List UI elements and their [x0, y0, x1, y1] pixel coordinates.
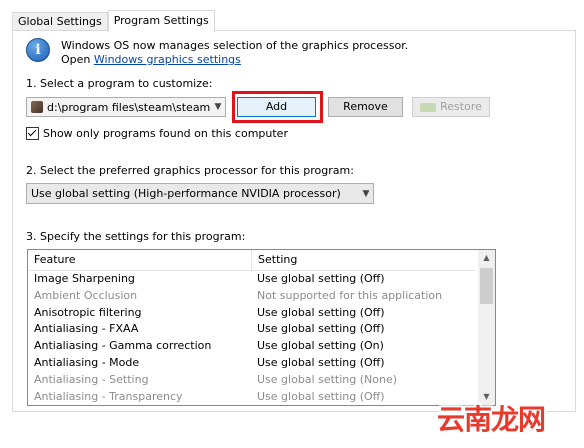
remove-button[interactable]: Remove: [328, 97, 403, 117]
column-header-feature[interactable]: Feature: [28, 250, 252, 270]
highlight-box: [232, 91, 323, 123]
scrollbar-thumb[interactable]: [480, 268, 493, 304]
feature-cell: Antialiasing - Transparency: [34, 389, 183, 403]
table-row[interactable]: Antialiasing - Gamma correction Use globa…: [28, 338, 476, 355]
feature-cell: Antialiasing - Mode: [34, 355, 140, 369]
section1-label: 1. Select a program to customize:: [26, 77, 213, 90]
table-row[interactable]: Antialiasing - Setting Use global setting…: [28, 372, 476, 389]
chevron-down-icon: ▼: [214, 102, 222, 112]
setting-cell: Use global setting (Off): [257, 272, 385, 285]
tab-global-settings[interactable]: Global Settings: [12, 12, 108, 31]
setting-cell: Use global setting (On): [257, 339, 384, 353]
nvidia-logo-icon: [420, 102, 437, 112]
tab-program-settings[interactable]: Program Settings: [107, 10, 215, 32]
table-row[interactable]: Antialiasing - Mode Use global setting (O…: [28, 355, 476, 372]
tab-strip: Global Settings Program Settings: [12, 10, 215, 32]
setting-cell: Use global setting (Off): [257, 322, 385, 336]
open-label: Open: [61, 53, 91, 66]
info-line: Windows OS now manages selection of the …: [61, 39, 409, 52]
program-select[interactable]: d:\program files\steam\steama... ▼: [26, 97, 226, 117]
scroll-up-icon[interactable]: ▲: [478, 250, 495, 266]
gpu-select-value: Use global setting (High-performance NVI…: [31, 187, 341, 200]
restore-button: Restore: [412, 97, 490, 117]
vertical-scrollbar[interactable]: ▲ ▼: [478, 250, 495, 405]
feature-cell: Ambient Occlusion: [34, 288, 138, 302]
setting-cell: Use global setting (Off): [257, 305, 385, 319]
windows-graphics-settings-link[interactable]: Windows graphics settings: [94, 53, 241, 66]
setting-cell: Use global setting (Off): [257, 389, 385, 403]
column-header-setting[interactable]: Setting: [252, 250, 476, 270]
table-row[interactable]: Image Sharpening Use global setting (Off): [28, 271, 476, 288]
restore-button-label: Restore: [440, 100, 482, 113]
info-link-line: Open Windows graphics settings: [61, 53, 408, 67]
section3-label: 3. Specify the settings for this program…: [26, 230, 246, 243]
settings-table: Feature Setting Image Sharpening Use glob…: [27, 249, 496, 406]
table-body: Image Sharpening Use global setting (Off)…: [28, 271, 476, 405]
setting-cell: Use global setting (None): [257, 372, 398, 386]
setting-cell: Use global setting (Off): [257, 355, 385, 369]
watermark-logo: 云南龙网: [437, 403, 546, 436]
table-header: Feature Setting: [28, 250, 476, 271]
table-row[interactable]: Anisotropic filtering Use global setting …: [28, 305, 476, 322]
info-message: Windows OS now manages selection of the …: [61, 39, 408, 67]
table-row[interactable]: Antialiasing - FXAA Use global setting (O…: [28, 321, 476, 338]
info-icon: i: [26, 38, 50, 62]
nvidia-control-panel-program-settings: Global Settings Program Settings i Windo…: [0, 0, 584, 448]
feature-cell: Antialiasing - Setting: [34, 372, 149, 386]
table-row[interactable]: Ambient Occlusion Not supported for this …: [28, 288, 476, 305]
table-row[interactable]: Antialiasing - Transparency Use global se…: [28, 389, 476, 405]
show-only-programs-label[interactable]: Show only programs found on this compute…: [43, 127, 288, 140]
setting-cell: Not supported for this application: [257, 288, 443, 302]
show-only-programs-row: Show only programs found on this compute…: [26, 127, 288, 140]
feature-cell: Image Sharpening: [34, 272, 135, 285]
feature-cell: Antialiasing - Gamma correction: [34, 339, 212, 353]
section2-label: 2. Select the preferred graphics process…: [26, 164, 354, 177]
show-only-programs-checkbox[interactable]: [26, 127, 39, 140]
gpu-select[interactable]: Use global setting (High-performance NVI…: [26, 183, 374, 204]
program-select-value: d:\program files\steam\steama...: [47, 100, 211, 114]
program-icon: [31, 101, 43, 113]
feature-cell: Antialiasing - FXAA: [34, 322, 139, 336]
feature-cell: Anisotropic filtering: [34, 305, 142, 319]
chevron-down-icon: ▼: [362, 188, 370, 199]
